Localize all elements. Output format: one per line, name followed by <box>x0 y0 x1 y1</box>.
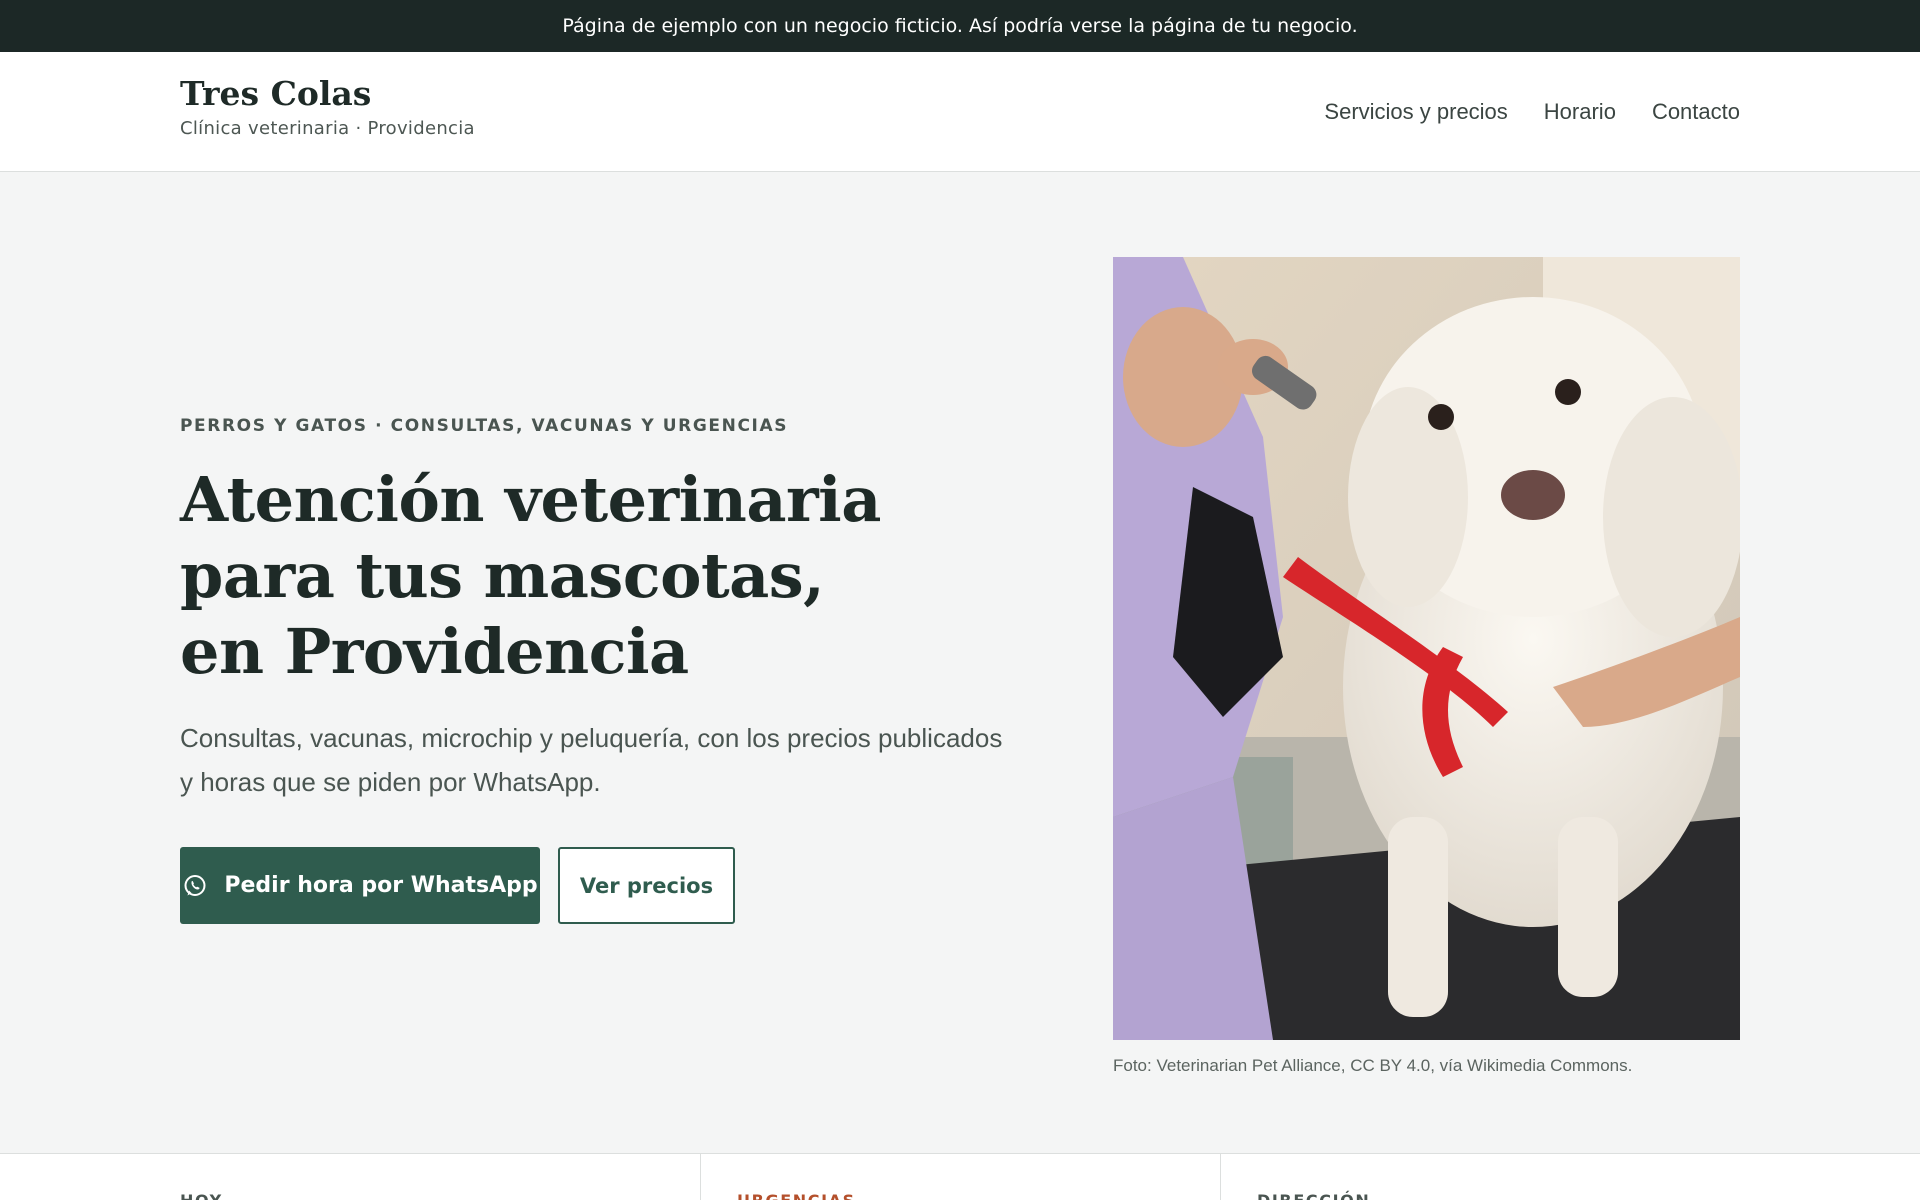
brand-subtitle: Clínica veterinaria · Providencia <box>180 118 475 140</box>
view-prices-label: Ver precios <box>579 873 714 898</box>
hero-title-line: para tus mascotas, <box>180 539 825 612</box>
site-header: Tres Colas Clínica veterinaria · Provide… <box>0 52 1920 172</box>
hero-description: Consultas, vacunas, microchip y peluquer… <box>180 723 1003 797</box>
info-emergencies: URGENCIAS <box>701 1154 1221 1200</box>
info-label-emergencies: URGENCIAS <box>737 1191 856 1200</box>
info-label-address: DIRECCIÓN <box>1257 1191 1370 1200</box>
hero-title: Atención veterinaria para tus mascotas, … <box>180 462 940 690</box>
info-strip: HOY URGENCIAS DIRECCIÓN <box>0 1153 1920 1200</box>
whatsapp-appointment-button[interactable]: Pedir hora por WhatsApp <box>180 847 540 924</box>
nav-link-servicios-y-precios[interactable]: Servicios y precios <box>1324 99 1507 125</box>
demo-notice-banner: Página de ejemplo con un negocio fictici… <box>0 0 1920 52</box>
photo-caption: Foto: Veterinarian Pet Alliance, CC BY 4… <box>1113 1056 1633 1075</box>
nav-link-contacto[interactable]: Contacto <box>1652 99 1740 125</box>
whatsapp-button-label: Pedir hora por WhatsApp <box>224 873 538 898</box>
hero-title-line: Atención veterinaria <box>180 463 881 536</box>
hero-title-line: en Providencia <box>180 615 689 688</box>
info-label-today: HOY <box>180 1191 223 1200</box>
brand[interactable]: Tres Colas Clínica veterinaria · Provide… <box>180 75 475 140</box>
whatsapp-icon <box>182 873 208 899</box>
demo-notice-text: Página de ejemplo con un negocio fictici… <box>562 15 1358 37</box>
dog-photo-illustration <box>1113 257 1740 1040</box>
view-prices-button[interactable]: Ver precios <box>558 847 735 924</box>
brand-name[interactable]: Tres Colas <box>180 75 475 112</box>
info-address: DIRECCIÓN <box>1221 1154 1920 1200</box>
hero-eyebrow: PERROS Y GATOS · CONSULTAS, VACUNAS Y UR… <box>180 416 789 436</box>
main-nav: Servicios y precios Horario Contacto <box>1324 52 1740 172</box>
hero-photo-vet-examining-dog <box>1113 257 1740 1040</box>
info-today: HOY <box>0 1154 701 1200</box>
nav-link-horario[interactable]: Horario <box>1544 99 1616 125</box>
